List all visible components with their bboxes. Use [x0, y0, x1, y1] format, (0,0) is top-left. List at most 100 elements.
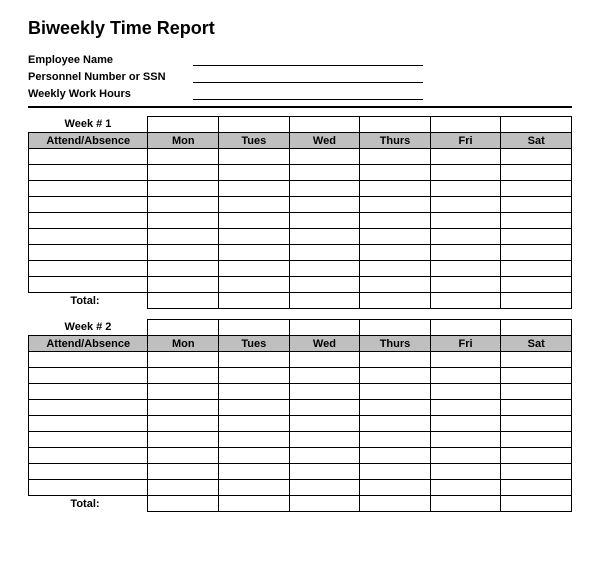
time-cell[interactable] [219, 197, 290, 213]
time-cell[interactable] [430, 480, 501, 496]
time-cell[interactable] [219, 213, 290, 229]
time-cell[interactable] [430, 416, 501, 432]
time-cell[interactable] [289, 261, 360, 277]
time-cell[interactable] [289, 400, 360, 416]
time-cell[interactable] [430, 197, 501, 213]
time-cell[interactable] [360, 448, 431, 464]
attend-absence-cell[interactable] [29, 165, 148, 181]
total-cell[interactable] [219, 293, 290, 309]
attend-absence-cell[interactable] [29, 213, 148, 229]
time-cell[interactable] [219, 165, 290, 181]
time-cell[interactable] [148, 432, 219, 448]
time-cell[interactable] [360, 165, 431, 181]
time-cell[interactable] [430, 165, 501, 181]
total-cell[interactable] [430, 496, 501, 512]
time-cell[interactable] [219, 384, 290, 400]
time-cell[interactable] [501, 261, 572, 277]
total-cell[interactable] [501, 496, 572, 512]
time-cell[interactable] [360, 277, 431, 293]
time-cell[interactable] [289, 464, 360, 480]
time-cell[interactable] [360, 416, 431, 432]
attend-absence-cell[interactable] [29, 197, 148, 213]
time-cell[interactable] [360, 149, 431, 165]
time-cell[interactable] [148, 277, 219, 293]
time-cell[interactable] [430, 400, 501, 416]
time-cell[interactable] [219, 352, 290, 368]
time-cell[interactable] [430, 149, 501, 165]
employee-name-field[interactable] [193, 52, 423, 66]
time-cell[interactable] [219, 464, 290, 480]
attend-absence-cell[interactable] [29, 149, 148, 165]
time-cell[interactable] [289, 432, 360, 448]
time-cell[interactable] [501, 352, 572, 368]
time-cell[interactable] [501, 229, 572, 245]
total-cell[interactable] [360, 293, 431, 309]
total-cell[interactable] [289, 293, 360, 309]
total-cell[interactable] [289, 496, 360, 512]
time-cell[interactable] [148, 149, 219, 165]
attend-absence-cell[interactable] [29, 432, 148, 448]
time-cell[interactable] [360, 213, 431, 229]
time-cell[interactable] [219, 181, 290, 197]
attend-absence-cell[interactable] [29, 368, 148, 384]
time-cell[interactable] [430, 229, 501, 245]
time-cell[interactable] [430, 245, 501, 261]
time-cell[interactable] [148, 448, 219, 464]
time-cell[interactable] [219, 480, 290, 496]
time-cell[interactable] [501, 416, 572, 432]
time-cell[interactable] [289, 197, 360, 213]
time-cell[interactable] [219, 245, 290, 261]
time-cell[interactable] [289, 149, 360, 165]
time-cell[interactable] [289, 165, 360, 181]
time-cell[interactable] [360, 197, 431, 213]
time-cell[interactable] [148, 245, 219, 261]
weekly-hours-field[interactable] [193, 86, 423, 100]
attend-absence-cell[interactable] [29, 480, 148, 496]
time-cell[interactable] [430, 352, 501, 368]
attend-absence-cell[interactable] [29, 384, 148, 400]
attend-absence-cell[interactable] [29, 464, 148, 480]
attend-absence-cell[interactable] [29, 261, 148, 277]
time-cell[interactable] [148, 384, 219, 400]
attend-absence-cell[interactable] [29, 245, 148, 261]
time-cell[interactable] [360, 464, 431, 480]
time-cell[interactable] [148, 352, 219, 368]
time-cell[interactable] [501, 448, 572, 464]
time-cell[interactable] [219, 261, 290, 277]
time-cell[interactable] [360, 261, 431, 277]
time-cell[interactable] [501, 149, 572, 165]
time-cell[interactable] [148, 261, 219, 277]
time-cell[interactable] [360, 480, 431, 496]
time-cell[interactable] [501, 368, 572, 384]
attend-absence-cell[interactable] [29, 229, 148, 245]
attend-absence-cell[interactable] [29, 400, 148, 416]
time-cell[interactable] [289, 213, 360, 229]
time-cell[interactable] [360, 368, 431, 384]
time-cell[interactable] [219, 448, 290, 464]
attend-absence-cell[interactable] [29, 416, 148, 432]
time-cell[interactable] [289, 181, 360, 197]
time-cell[interactable] [501, 213, 572, 229]
time-cell[interactable] [430, 181, 501, 197]
time-cell[interactable] [360, 384, 431, 400]
time-cell[interactable] [219, 400, 290, 416]
time-cell[interactable] [148, 400, 219, 416]
time-cell[interactable] [148, 464, 219, 480]
time-cell[interactable] [219, 277, 290, 293]
total-cell[interactable] [501, 293, 572, 309]
time-cell[interactable] [501, 277, 572, 293]
time-cell[interactable] [289, 277, 360, 293]
time-cell[interactable] [148, 165, 219, 181]
attend-absence-cell[interactable] [29, 277, 148, 293]
time-cell[interactable] [430, 213, 501, 229]
time-cell[interactable] [430, 464, 501, 480]
time-cell[interactable] [219, 368, 290, 384]
time-cell[interactable] [289, 368, 360, 384]
time-cell[interactable] [289, 245, 360, 261]
time-cell[interactable] [501, 432, 572, 448]
time-cell[interactable] [360, 245, 431, 261]
time-cell[interactable] [289, 384, 360, 400]
time-cell[interactable] [430, 261, 501, 277]
time-cell[interactable] [501, 464, 572, 480]
time-cell[interactable] [501, 400, 572, 416]
